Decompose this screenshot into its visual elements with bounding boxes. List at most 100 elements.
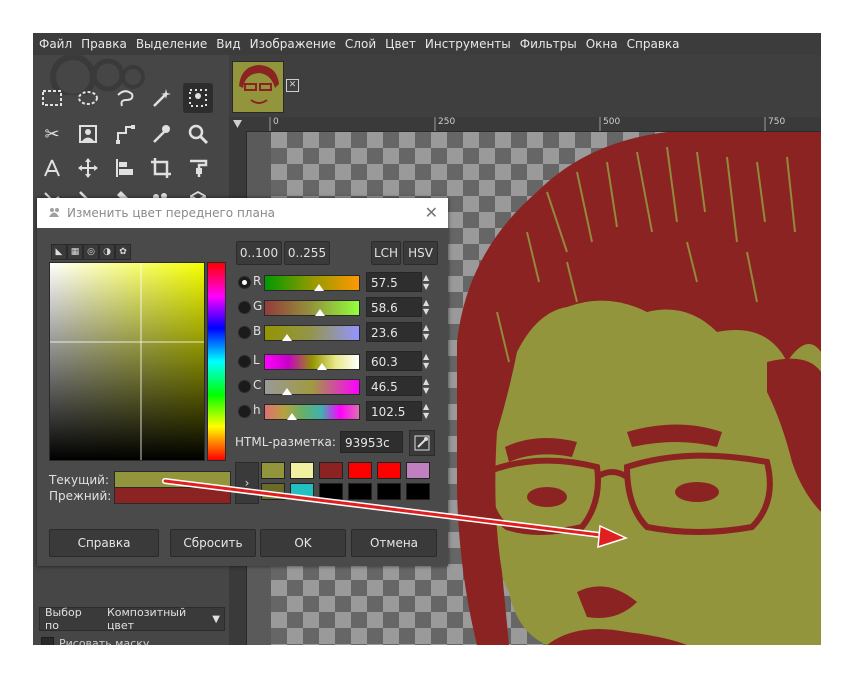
menu-filters[interactable]: Фильтры [520,37,577,51]
menu-layer[interactable]: Слой [345,37,376,51]
color-picker-icon[interactable] [146,119,176,149]
rect-select-icon[interactable] [37,83,67,113]
channel-b-value[interactable]: 23.6 [366,322,422,342]
channel-c-value[interactable]: 46.5 [366,376,422,396]
chevron-down-icon: ▼ [212,613,220,625]
help-button[interactable]: Справка [49,529,159,557]
range-0-255-button[interactable]: 0..255 [284,241,330,265]
zoom-icon[interactable] [183,119,213,149]
lasso-icon[interactable] [110,83,140,113]
wheel-selector-icon[interactable]: ◑ [99,244,115,260]
menu-select[interactable]: Выделение [136,37,207,51]
cancel-button[interactable]: Отмена [351,529,437,557]
channel-g-slider[interactable] [264,300,360,316]
measure-icon[interactable] [37,153,67,183]
hsv-button[interactable]: HSV [403,241,438,265]
draw-mask-checkbox[interactable] [41,637,54,645]
channel-b-radio[interactable] [238,326,251,339]
spin-arrows-icon[interactable]: ▲ ▼ [423,352,433,370]
ruler-corner[interactable] [229,117,246,131]
menu-color[interactable]: Цвет [385,37,416,51]
align-icon[interactable] [110,153,140,183]
ruler-mark-500: 500 [603,117,621,127]
history-swatch[interactable] [261,483,285,500]
ruler-mark-250: 250 [438,117,456,127]
channel-r-value[interactable]: 57.5 [366,272,422,292]
ruler-mark-0: 0 [273,117,279,127]
reset-button[interactable]: Сбросить [170,529,256,557]
unified-transform-icon[interactable] [183,153,213,183]
crop-icon[interactable] [146,153,176,183]
history-swatch[interactable] [290,483,314,500]
channel-g-value[interactable]: 58.6 [366,297,422,317]
spin-arrows-icon[interactable]: ▲ ▼ [423,273,433,291]
hue-slider[interactable] [207,262,226,461]
history-swatch[interactable] [319,462,343,479]
channel-l-radio[interactable] [238,355,251,368]
spin-arrows-icon[interactable]: ▲ ▼ [423,298,433,316]
close-tab-icon[interactable]: ✕ [286,79,299,92]
portrait-thumbnail [233,62,283,112]
channel-b-slider[interactable] [264,325,360,341]
history-swatch[interactable] [377,483,401,500]
paths-icon[interactable] [110,119,140,149]
gimp-selector-icon[interactable]: ◣ [51,244,67,260]
dialog-titlebar[interactable]: Изменить цвет переднего плана ✕ [37,198,448,228]
close-icon[interactable]: ✕ [425,203,438,222]
color-history [261,462,437,502]
html-notation-input[interactable]: 93953c [340,431,403,453]
foreground-select-icon[interactable] [183,83,213,113]
history-swatch[interactable] [406,483,430,500]
eyedropper-icon[interactable] [409,430,435,456]
move-icon[interactable] [73,153,103,183]
channel-l-value[interactable]: 60.3 [366,351,422,371]
spin-arrows-icon[interactable]: ▲ ▼ [423,402,433,420]
channel-h-value[interactable]: 102.5 [366,401,422,421]
channel-c-row: C 46.5 ▲ ▼ [237,376,437,396]
color-selection-square[interactable] [49,262,205,461]
channel-l-row: L 60.3 ▲ ▼ [237,351,437,371]
menu-edit[interactable]: Правка [81,37,127,51]
cmyk-selector-icon[interactable]: ▦ [67,244,83,260]
history-swatch[interactable] [261,462,285,479]
draw-mask-option[interactable]: Рисовать маску [41,637,149,645]
image-thumbnail[interactable] [232,61,284,113]
watercolor-selector-icon[interactable]: ◎ [83,244,99,260]
spin-arrows-icon[interactable]: ▲ ▼ [423,377,433,395]
ellipse-select-icon[interactable] [73,83,103,113]
history-swatch[interactable] [319,483,343,500]
channel-r-slider[interactable] [264,275,360,291]
lch-button[interactable]: LCH [371,241,401,265]
ok-button[interactable]: OK [260,529,346,557]
gimp-wilber-icon [47,206,61,220]
menu-file[interactable]: Файл [39,37,72,51]
add-to-history-button[interactable]: › [235,462,259,504]
channel-b-row: B 23.6 ▲ ▼ [237,322,437,342]
channel-c-radio[interactable] [238,380,251,393]
spin-arrows-icon[interactable]: ▲ ▼ [423,323,433,341]
channel-c-slider[interactable] [264,379,360,395]
channel-l-slider[interactable] [264,354,360,370]
menu-windows[interactable]: Окна [586,37,618,51]
channel-h-radio[interactable] [238,405,251,418]
portrait-select-icon[interactable] [73,119,103,149]
history-swatch[interactable] [377,462,401,479]
menu-view[interactable]: Вид [216,37,240,51]
channel-h-letter: h [253,403,261,417]
history-swatch[interactable] [290,462,314,479]
channel-r-radio[interactable] [238,276,251,289]
magic-wand-icon[interactable] [146,83,176,113]
old-color-swatch[interactable] [114,487,231,504]
channel-g-radio[interactable] [238,301,251,314]
history-swatch[interactable] [348,462,372,479]
scissors-icon[interactable]: ✂ [37,119,67,149]
history-swatch[interactable] [406,462,430,479]
menu-help[interactable]: Справка [627,37,680,51]
history-swatch[interactable] [348,483,372,500]
select-by-dropdown[interactable]: Выбор по Композитный цвет ▼ [39,606,225,632]
menu-tools[interactable]: Инструменты [425,37,511,51]
menu-image[interactable]: Изображение [250,37,336,51]
channel-h-slider[interactable] [264,404,360,420]
range-0-100-button[interactable]: 0..100 [236,241,282,265]
palette-selector-icon[interactable]: ✿ [115,244,131,260]
